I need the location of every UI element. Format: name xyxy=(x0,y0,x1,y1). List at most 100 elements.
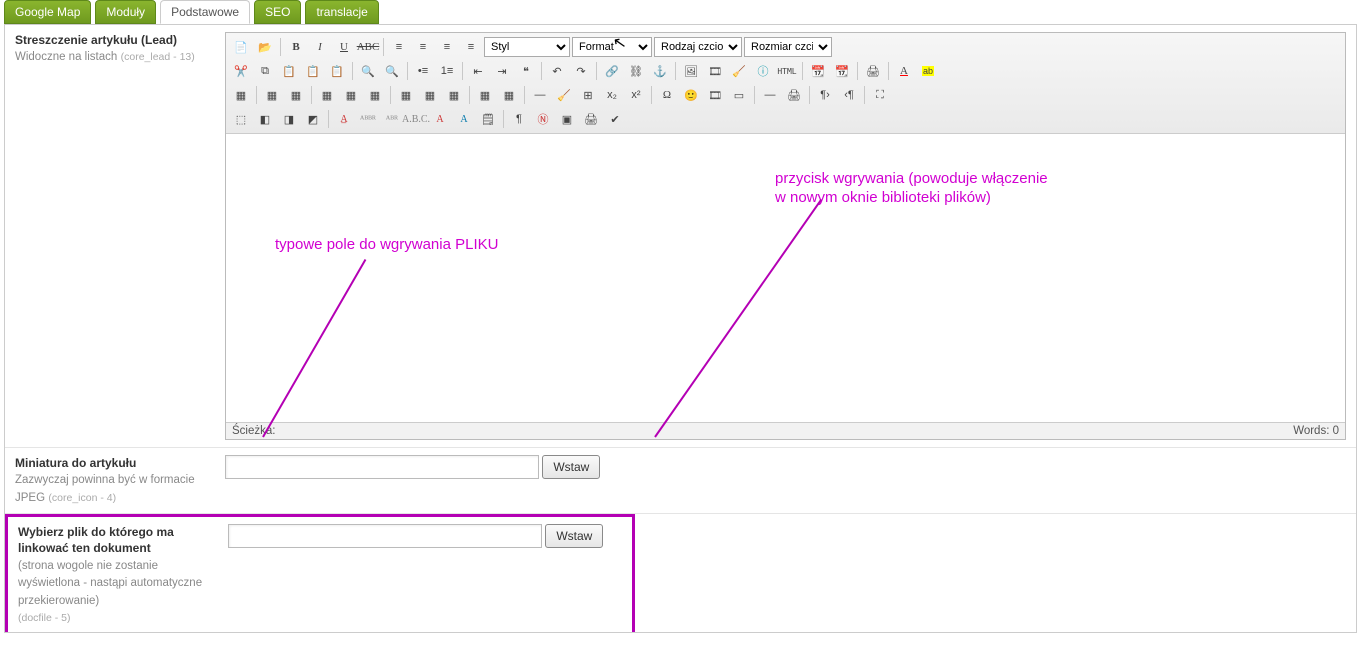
ordered-list-button[interactable] xyxy=(436,61,458,81)
tab-google-map[interactable]: Google Map xyxy=(4,0,91,24)
style-a4-button[interactable]: A.B.C. xyxy=(405,109,427,129)
insert-iframe-button[interactable]: ▭ xyxy=(728,85,750,105)
merge-cells-button[interactable] xyxy=(498,85,520,105)
open-doc-icon[interactable] xyxy=(254,37,276,57)
print-button[interactable] xyxy=(783,85,805,105)
delete-col-button[interactable] xyxy=(443,85,465,105)
ltr-button[interactable]: ¶› xyxy=(814,85,836,105)
page-break-button[interactable]: — xyxy=(759,85,781,105)
table-row-props-button[interactable] xyxy=(261,85,283,105)
insert-media-button[interactable] xyxy=(704,61,726,81)
cut-button[interactable] xyxy=(230,61,252,81)
field-lead: Streszczenie artykułu (Lead) Widoczne na… xyxy=(5,25,1356,448)
outdent-button[interactable] xyxy=(467,61,489,81)
bg-color-button[interactable] xyxy=(917,61,939,81)
insert-char-button[interactable] xyxy=(656,85,678,105)
edit-html-button[interactable]: HTML xyxy=(776,61,798,81)
fullscreen-button[interactable] xyxy=(869,85,891,105)
show-blocks-button[interactable] xyxy=(508,109,530,129)
thumbnail-upload-button[interactable]: Wstaw xyxy=(542,455,600,479)
layer-fwd-button[interactable]: ◨ xyxy=(278,109,300,129)
cleanup-button[interactable] xyxy=(728,61,750,81)
subscript-button[interactable] xyxy=(601,85,623,105)
insert-table-button[interactable] xyxy=(230,85,252,105)
insert-col-after-button[interactable] xyxy=(419,85,441,105)
tab-podstawowe[interactable]: Podstawowe xyxy=(160,0,250,24)
strike-button[interactable]: ABC xyxy=(357,37,379,57)
table-cell-props-button[interactable] xyxy=(285,85,307,105)
replace-button[interactable] xyxy=(381,61,403,81)
font-family-select[interactable]: Rodzaj czcionki xyxy=(654,37,742,57)
style-a6-button[interactable]: A xyxy=(453,109,475,129)
page-props-button[interactable] xyxy=(580,109,602,129)
paste-word-button[interactable] xyxy=(326,61,348,81)
linked-file-upload-button[interactable]: Wstaw xyxy=(545,524,603,548)
separator xyxy=(328,110,329,128)
align-justify-button[interactable] xyxy=(460,37,482,57)
italic-button[interactable]: I xyxy=(309,37,331,57)
find-button[interactable] xyxy=(357,61,379,81)
paste-button[interactable] xyxy=(278,61,300,81)
link-button[interactable] xyxy=(601,61,623,81)
tab-translacje[interactable]: translacje xyxy=(305,0,378,24)
blockquote-button[interactable] xyxy=(515,61,537,81)
insert-date-button[interactable] xyxy=(807,61,829,81)
insert-row-after-button[interactable] xyxy=(340,85,362,105)
rte-path: Ścieżka: xyxy=(232,425,275,437)
delete-row-button[interactable] xyxy=(364,85,386,105)
insert-emoticon-button[interactable] xyxy=(680,85,702,105)
separator xyxy=(864,86,865,104)
attributes-button[interactable]: 🗒 xyxy=(477,109,499,129)
rtl-button[interactable]: ‹¶ xyxy=(838,85,860,105)
unordered-list-button[interactable] xyxy=(412,61,434,81)
thumb-tech: (core_icon - 4) xyxy=(48,492,116,504)
insert-row-before-button[interactable] xyxy=(316,85,338,105)
insert-hr-button[interactable] xyxy=(529,85,551,105)
undo-button[interactable] xyxy=(546,61,568,81)
template-button[interactable]: ▣ xyxy=(556,109,578,129)
new-doc-icon[interactable] xyxy=(230,37,252,57)
style-select[interactable]: Styl xyxy=(484,37,570,57)
tab-moduły[interactable]: Moduły xyxy=(95,0,156,24)
paste-text-button[interactable] xyxy=(302,61,324,81)
text-color-button[interactable] xyxy=(893,61,915,81)
split-cells-button[interactable] xyxy=(474,85,496,105)
layer-back-button[interactable]: ◩ xyxy=(302,109,324,129)
underline-button[interactable]: U xyxy=(333,37,355,57)
style-a3-button[interactable]: ᴬᴮᴿ xyxy=(381,109,403,129)
preview-button[interactable] xyxy=(862,61,884,81)
nbsp-button[interactable]: Ⓝ xyxy=(532,109,554,129)
align-center-button[interactable] xyxy=(412,37,434,57)
unlink-button[interactable] xyxy=(625,61,647,81)
toggle-guidelines-button[interactable]: ⊞ xyxy=(577,85,599,105)
bold-button[interactable]: B xyxy=(285,37,307,57)
lead-tech: (core_lead - 13) xyxy=(121,51,195,63)
insert-time-button[interactable] xyxy=(831,61,853,81)
layer-abs-button[interactable]: ◧ xyxy=(254,109,276,129)
font-size-select[interactable]: Rozmiar czcionki xyxy=(744,37,832,57)
linked-file-path-input[interactable] xyxy=(228,524,542,548)
style-a5-button[interactable]: A xyxy=(429,109,451,129)
superscript-button[interactable] xyxy=(625,85,647,105)
copy-button[interactable] xyxy=(254,61,276,81)
rte-editable-area[interactable] xyxy=(226,134,1345,422)
thumbnail-path-input[interactable] xyxy=(225,455,539,479)
spellcheck-button[interactable]: ✔ xyxy=(604,109,626,129)
style-a1-button[interactable]: A̲ xyxy=(333,109,355,129)
help-button[interactable] xyxy=(752,61,774,81)
field-lead-label: Streszczenie artykułu (Lead) Widoczne na… xyxy=(15,32,215,66)
redo-button[interactable] xyxy=(570,61,592,81)
insert-image-button[interactable] xyxy=(680,61,702,81)
anchor-button[interactable] xyxy=(649,61,671,81)
remove-format-button[interactable] xyxy=(553,85,575,105)
select-all-button[interactable] xyxy=(230,109,252,129)
file-sublabel: (strona wogole nie zostanie wyświetlona … xyxy=(18,560,202,607)
align-right-button[interactable] xyxy=(436,37,458,57)
insert-col-before-button[interactable] xyxy=(395,85,417,105)
insert-flash-button[interactable] xyxy=(704,85,726,105)
separator xyxy=(754,86,755,104)
align-left-button[interactable] xyxy=(388,37,410,57)
tab-seo[interactable]: SEO xyxy=(254,0,301,24)
indent-button[interactable] xyxy=(491,61,513,81)
style-a2-button[interactable]: ᴬᴮᴮᴿ xyxy=(357,109,379,129)
